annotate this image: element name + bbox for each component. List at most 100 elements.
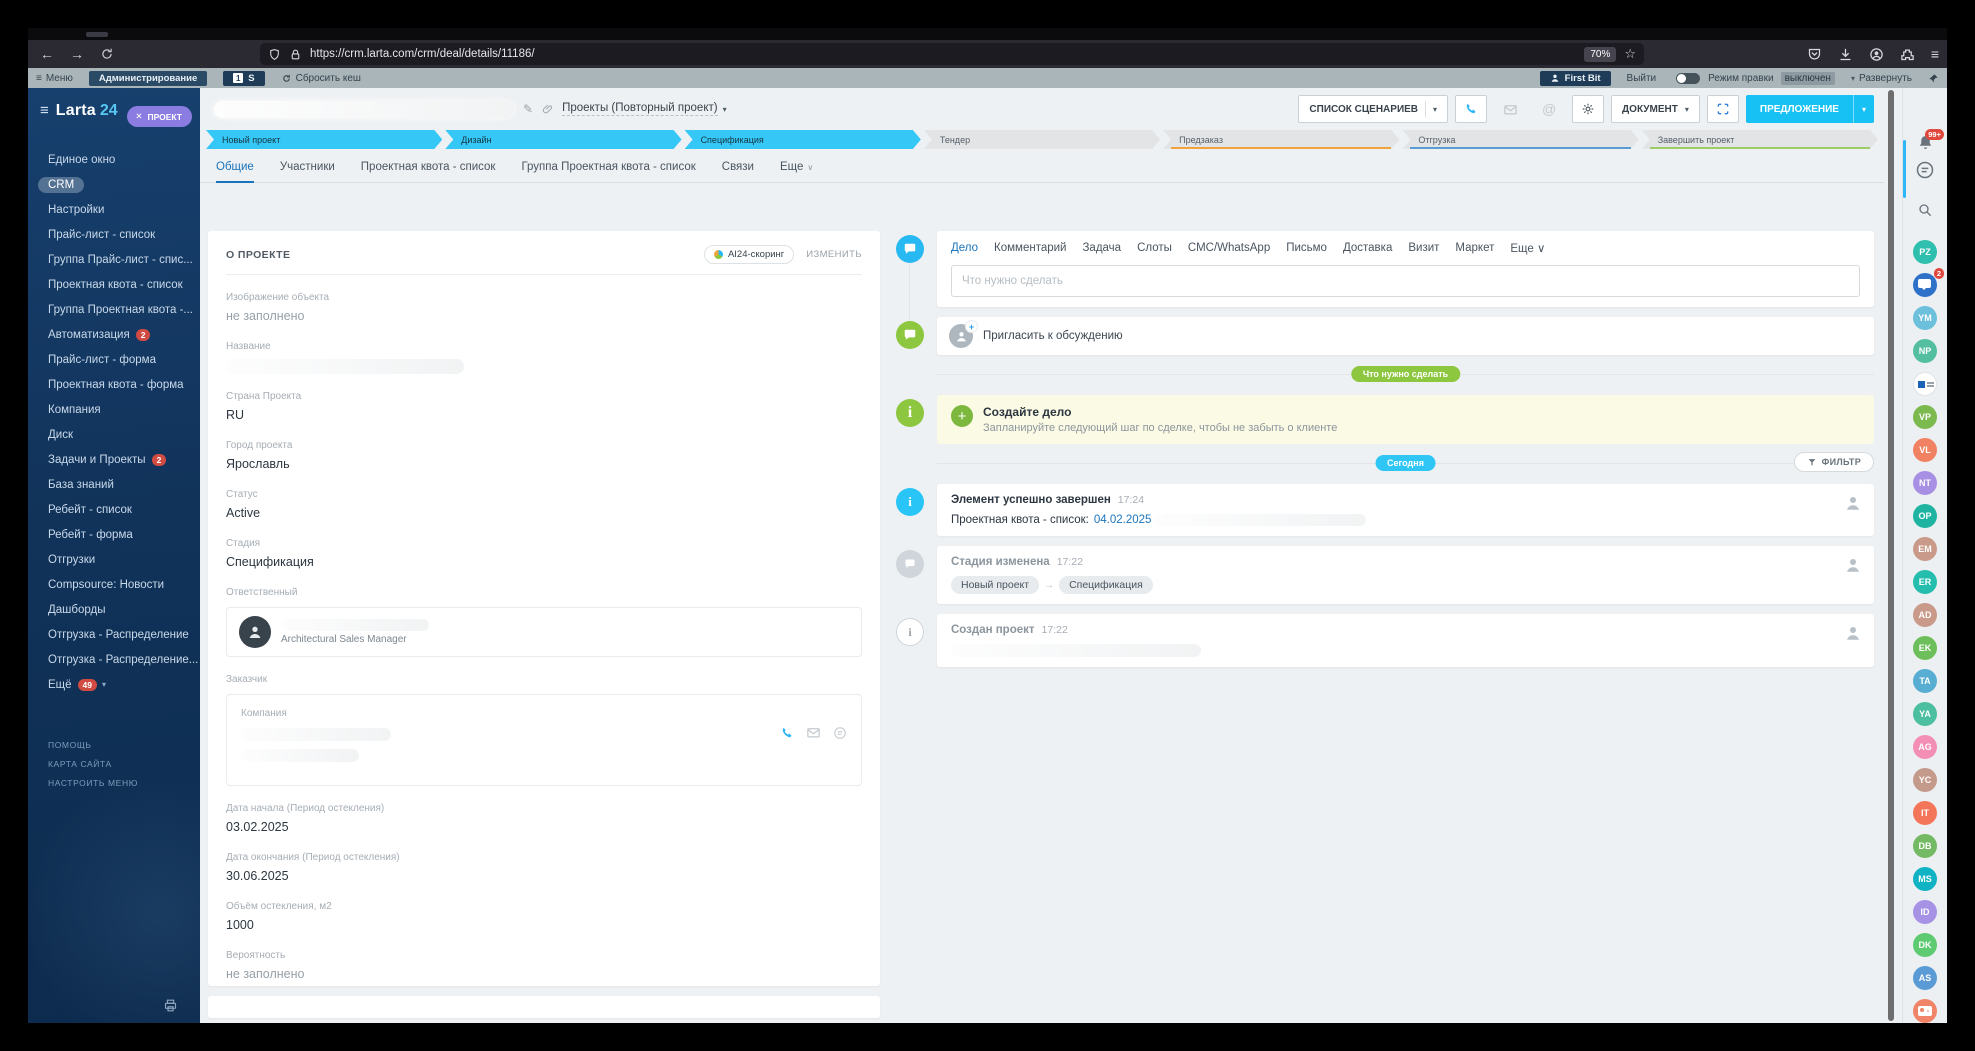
feed-button[interactable]	[1913, 160, 1937, 180]
customer-box[interactable]: Компания	[226, 694, 862, 786]
activity-tab[interactable]: Доставка	[1343, 242, 1392, 254]
rail-avatar[interactable]: 2	[1913, 268, 1944, 297]
settings-button[interactable]	[1572, 95, 1605, 123]
rail-avatar[interactable]: VL	[1913, 438, 1937, 462]
rail-avatar[interactable]: YC	[1913, 768, 1937, 792]
call-button[interactable]	[1455, 95, 1488, 123]
logout-button[interactable]: Выйти	[1619, 68, 1665, 88]
quota-date-link[interactable]: 04.02.2025	[1094, 514, 1152, 526]
sidebar-item[interactable]: Проектная квота - список	[28, 272, 200, 297]
rail-avatar[interactable]: ID	[1913, 900, 1937, 924]
sidebar-footer-link[interactable]: НАСТРОИТЬ МЕНЮ	[28, 773, 200, 792]
record-tab[interactable]: Проектная квота - список	[361, 161, 496, 182]
browser-tab[interactable]	[86, 32, 108, 37]
activity-tab[interactable]: Слоты	[1137, 242, 1172, 254]
activity-tab[interactable]: Маркет	[1455, 242, 1494, 254]
todo-input[interactable]	[951, 265, 1860, 297]
edit-link[interactable]: ИЗМЕНИТЬ	[806, 249, 862, 260]
sidebar-item[interactable]: Прайс-лист - форма	[28, 347, 200, 372]
rail-avatar[interactable]: IT	[1913, 801, 1937, 825]
timeline-entry-stage-changed[interactable]: Стадия изменена 17:22 Новый проект → Спе…	[937, 546, 1874, 604]
proposal-button[interactable]: ПРЕДЛОЖЕНИЕ ▾	[1745, 95, 1874, 123]
sidebar-item[interactable]: Группа Прайс-лист - спис...	[28, 247, 200, 272]
rail-avatar[interactable]: TA	[1913, 669, 1937, 693]
project-pill-button[interactable]: ✕ ПРОЕКТ	[127, 106, 192, 127]
rail-avatar[interactable]: PZ	[1913, 240, 1937, 264]
chevron-down-icon[interactable]: ▾	[1852, 95, 1874, 123]
edit-mode-toggle[interactable]: Режим правки выключен	[1664, 68, 1843, 88]
rail-avatar[interactable]: VP	[1913, 405, 1937, 429]
record-tab[interactable]: Общие	[216, 161, 254, 183]
expand-button[interactable]: ▾ Развернуть	[1843, 68, 1920, 88]
sidebar-item[interactable]: Отгрузка - Распределение... ▾	[28, 647, 200, 672]
toggle-switch-icon[interactable]	[1676, 72, 1701, 84]
notifications-button[interactable]: 99+	[1913, 129, 1944, 151]
shield-icon[interactable]	[268, 48, 281, 61]
pipeline-stage[interactable]: Отгрузка	[1402, 130, 1638, 149]
invite-card[interactable]: + Пригласить к обсуждению	[937, 317, 1874, 355]
url-text[interactable]: https://crm.larta.com/crm/deal/details/1…	[310, 48, 1584, 60]
document-button[interactable]: ДОКУМЕНТ ▾	[1611, 95, 1700, 123]
forward-button[interactable]: →	[66, 43, 88, 65]
sidebar-item[interactable]: Ещё 49 ▾	[28, 672, 200, 697]
record-tab[interactable]: Связи	[722, 161, 754, 182]
deal-title-redacted[interactable]	[214, 100, 514, 118]
link-icon[interactable]	[542, 103, 554, 115]
filter-button[interactable]: ФИЛЬТР	[1793, 452, 1874, 472]
rail-avatar[interactable]: DB	[1913, 834, 1937, 858]
downloads-icon[interactable]	[1838, 47, 1853, 62]
activity-tab[interactable]: Визит	[1408, 242, 1439, 254]
sidebar-item[interactable]: Задачи и Проекты 2	[28, 447, 200, 472]
activity-tab-more[interactable]: Еще ∨	[1510, 241, 1545, 255]
rail-avatar[interactable]: YA	[1913, 702, 1937, 726]
activity-tab[interactable]: Задача	[1082, 242, 1121, 254]
page-scrollbar[interactable]	[1888, 90, 1894, 1021]
phone-icon[interactable]	[780, 726, 794, 740]
sidebar-item[interactable]: Прайс-лист - список	[28, 222, 200, 247]
menu-icon[interactable]: ≡	[1931, 46, 1939, 62]
pipeline-stage[interactable]: Тендер	[924, 130, 1160, 149]
sidebar-item[interactable]: Автоматизация 2	[28, 322, 200, 347]
extensions-icon[interactable]	[1900, 47, 1915, 62]
rail-search-button[interactable]	[1913, 202, 1937, 218]
activity-tab[interactable]: Комментарий	[994, 242, 1066, 254]
sidebar-item[interactable]: Группа Проектная квота -...	[28, 297, 200, 322]
timeline-entry-created[interactable]: Создан проект 17:22	[937, 614, 1874, 667]
entry-author-avatar[interactable]	[1844, 494, 1862, 517]
back-button[interactable]: ←	[36, 43, 58, 65]
create-activity-hint[interactable]: + Создайте дело Запланируйте следующий ш…	[937, 395, 1874, 444]
rail-avatar[interactable]: OP	[1913, 504, 1937, 528]
rail-avatar[interactable]: YM	[1913, 306, 1937, 330]
mention-button[interactable]: @	[1533, 95, 1565, 123]
pin-button[interactable]	[1920, 68, 1947, 88]
activity-tab[interactable]: СМС/WhatsApp	[1188, 242, 1270, 254]
lock-icon[interactable]	[289, 48, 302, 61]
rail-avatar[interactable]: EM	[1913, 537, 1937, 561]
admin-menu-button[interactable]: ≡ Меню	[28, 68, 81, 88]
pipeline-stage[interactable]: Завершить проект	[1642, 130, 1878, 149]
pipeline-stage[interactable]: Предзаказ	[1163, 130, 1399, 149]
chat-lines-icon[interactable]	[833, 726, 847, 740]
sidebar-item[interactable]: Ребейт - список	[28, 497, 200, 522]
activity-tab[interactable]: Дело	[951, 242, 978, 254]
record-tab-more[interactable]: Еще ∨	[780, 161, 813, 182]
sidebar-item[interactable]: Дашборды	[28, 597, 200, 622]
rail-avatar[interactable]: EK	[1913, 636, 1937, 660]
sidebar-item[interactable]: Compsource: Новости	[28, 572, 200, 597]
entry-author-avatar[interactable]	[1844, 556, 1862, 579]
activity-tab[interactable]: Письмо	[1286, 242, 1327, 254]
mail-button[interactable]	[1494, 95, 1526, 123]
fullscreen-button[interactable]	[1706, 95, 1739, 123]
onec-badge[interactable]: 1S	[215, 68, 272, 88]
rail-avatar[interactable]: AG	[1913, 735, 1937, 759]
rail-avatar[interactable]: DK	[1913, 933, 1937, 957]
record-tab[interactable]: Группа Проектная квота - список	[521, 161, 695, 182]
pipeline-selector[interactable]: Проекты (Повторный проект)	[562, 102, 718, 116]
ai-scoring-button[interactable]: AI24-скоринг	[703, 245, 795, 264]
mail-icon[interactable]	[806, 725, 821, 740]
account-icon[interactable]	[1869, 47, 1884, 62]
rail-avatar[interactable]	[1913, 372, 1937, 396]
chevron-down-icon[interactable]: ▾	[1433, 105, 1437, 114]
scenarios-button[interactable]: СПИСОК СЦЕНАРИЕВ ▾	[1298, 95, 1449, 123]
name-redacted[interactable]	[226, 359, 464, 374]
